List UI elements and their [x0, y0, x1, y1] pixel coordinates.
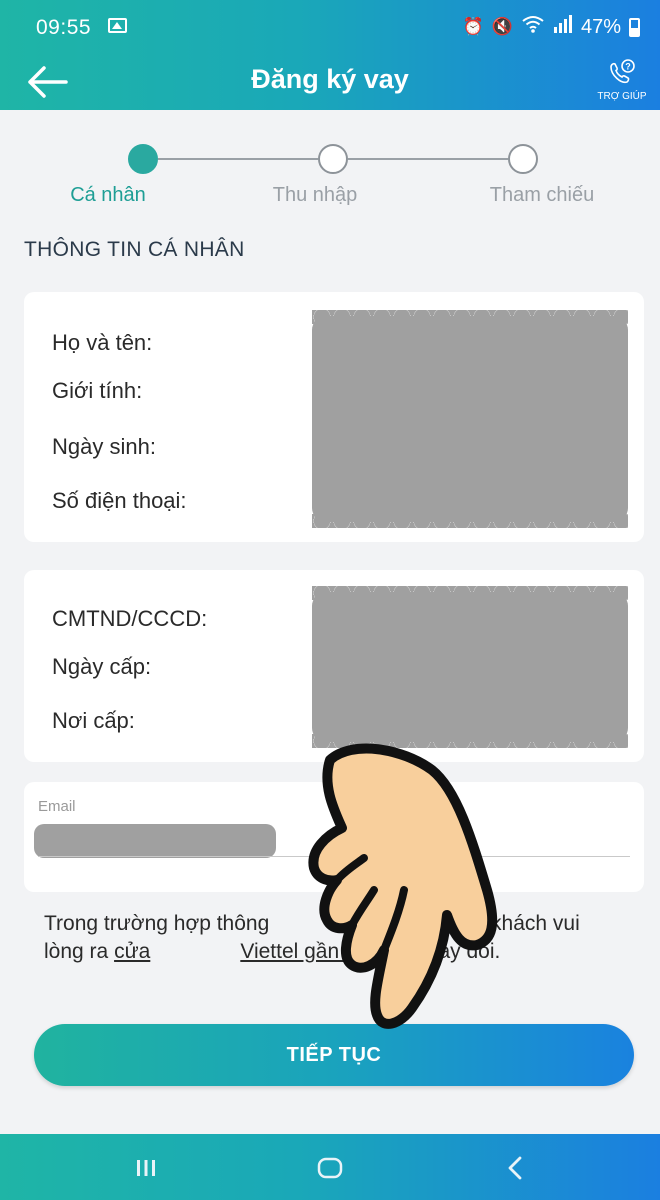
home-button[interactable] — [300, 1148, 360, 1188]
redaction-edge — [312, 310, 628, 324]
step-dot-personal — [128, 144, 158, 174]
note-text: Trong trường hợp thông — [44, 912, 270, 935]
store-link[interactable]: cửa — [114, 940, 150, 963]
redaction-edge — [312, 586, 628, 600]
field-label-fullname: Họ và tên: — [52, 330, 153, 355]
field-label-gender: Giới tính: — [52, 378, 143, 403]
battery-percent: 47% — [580, 15, 621, 38]
step-dot-income — [318, 144, 348, 174]
help-label: TRỢ GIÚP — [597, 91, 647, 102]
field-label-issue-date: Ngày cấp: — [52, 654, 152, 679]
home-icon — [317, 1157, 343, 1179]
chevron-left-icon — [508, 1156, 522, 1180]
alarm-icon: ⏰ — [462, 17, 484, 36]
field-label-id-number: CMTND/CCCD: — [52, 606, 208, 631]
battery-icon — [629, 17, 640, 37]
status-time: 09:55 — [36, 16, 92, 39]
mute-icon: 🔇 — [491, 17, 513, 36]
recent-apps-icon — [137, 1160, 155, 1176]
app-header-bar: 09:55 ⏰ 🔇 47% Đăng ký vay ? TRỢ GIÚP — [0, 0, 660, 110]
email-field-label: Email — [38, 798, 76, 815]
signal-icon — [553, 15, 573, 39]
step-label-income: Thu nhập — [272, 184, 358, 206]
recent-apps-button[interactable] — [116, 1148, 176, 1188]
step-dot-reference — [508, 144, 538, 174]
progress-stepper: Cá nhân Thu nhập Tham chiếu — [0, 110, 660, 230]
app-header: Đăng ký vay ? TRỢ GIÚP — [0, 56, 660, 110]
status-bar: 09:55 ⏰ 🔇 47% — [0, 0, 660, 56]
step-connector — [158, 158, 318, 160]
personal-info-card: Họ và tên: Giới tính: Ngày sinh: Số điện… — [24, 292, 644, 542]
field-label-issue-place: Nơi cấp: — [52, 708, 135, 733]
status-icons: ⏰ 🔇 47% — [463, 14, 640, 40]
field-label-dob: Ngày sinh: — [52, 434, 156, 459]
step-label-reference: Tham chiếu — [489, 184, 595, 206]
wifi-icon — [521, 14, 545, 40]
section-title: THÔNG TIN CÁ NHÂN — [24, 238, 245, 261]
system-nav-bar — [0, 1134, 660, 1200]
svg-text:?: ? — [625, 62, 631, 72]
system-back-button[interactable] — [486, 1148, 546, 1188]
id-info-card: CMTND/CCCD: Ngày cấp: Nơi cấp: — [24, 570, 644, 762]
redacted-email-value — [34, 824, 276, 858]
redacted-personal-values — [312, 310, 628, 528]
field-label-phone: Số điện thoại: — [52, 488, 187, 513]
help-button[interactable]: ? TRỢ GIÚP — [594, 58, 650, 108]
phone-help-icon: ? — [610, 59, 635, 84]
redaction-edge — [312, 514, 628, 528]
page-title: Đăng ký vay — [251, 64, 409, 94]
pointing-hand-icon — [308, 743, 498, 1029]
image-icon — [108, 18, 127, 33]
step-connector — [348, 158, 508, 160]
redacted-id-values — [312, 586, 628, 748]
step-label-personal: Cá nhân — [70, 184, 146, 206]
